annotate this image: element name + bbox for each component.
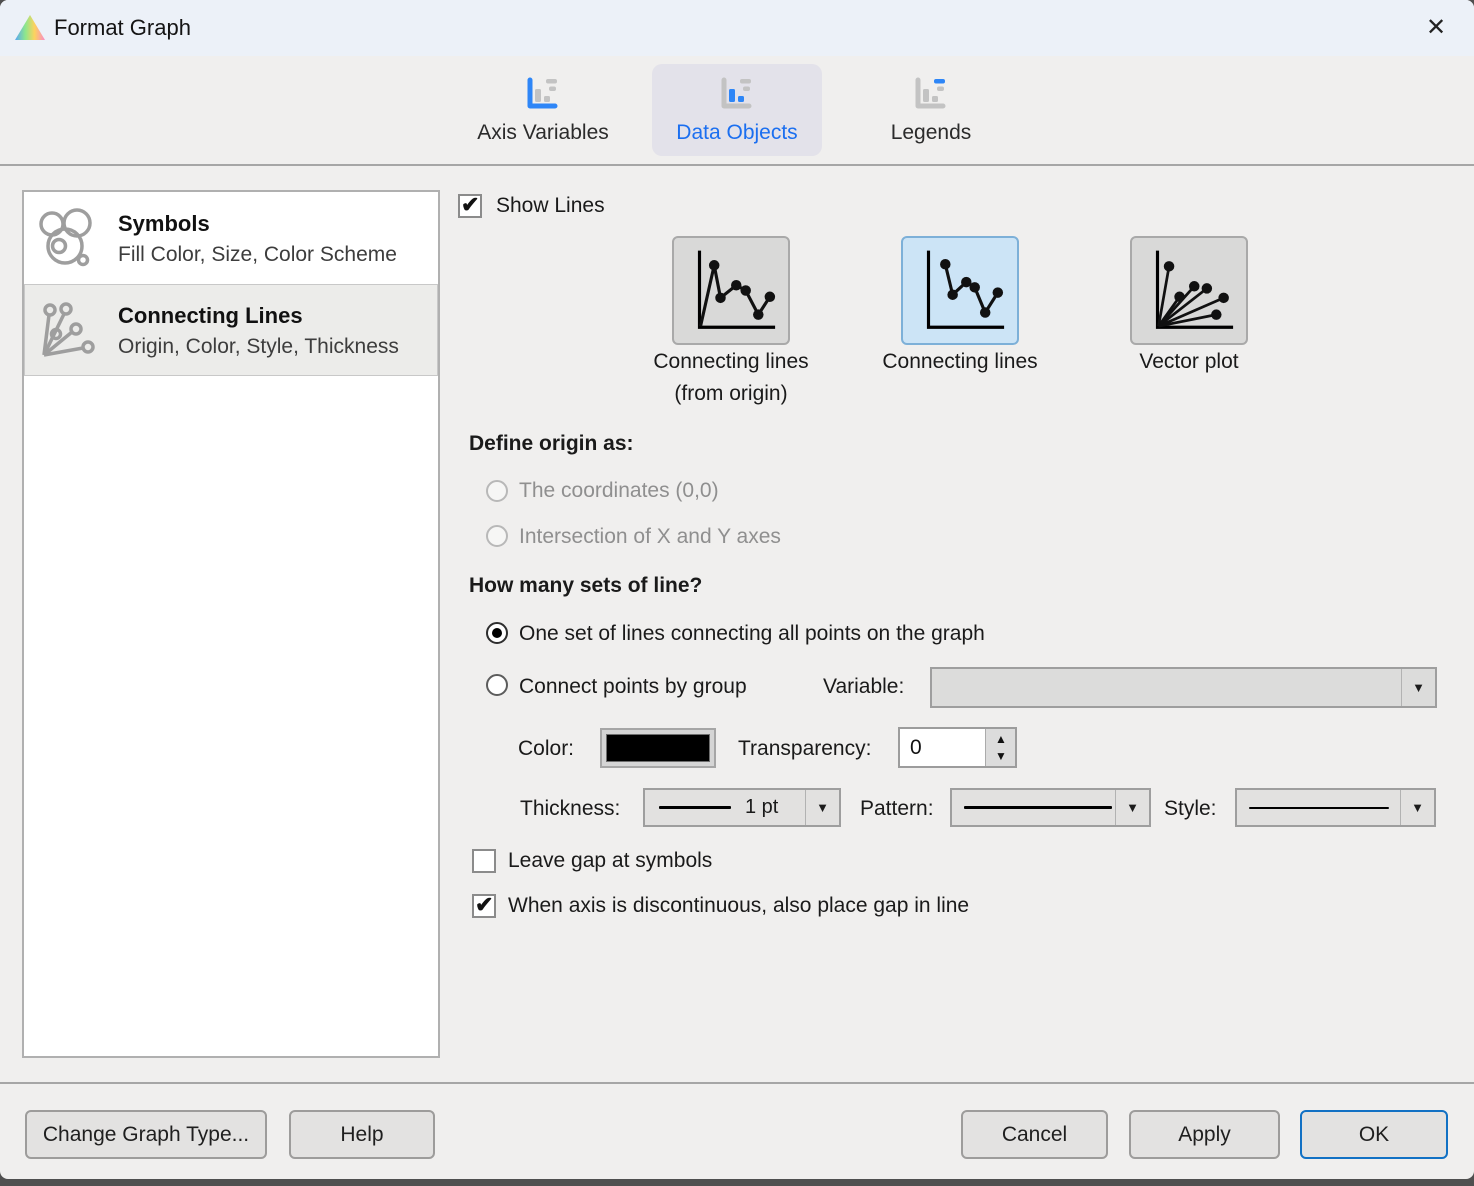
show-lines-label: Show Lines (496, 194, 605, 218)
sidebar-item-subtitle: Origin, Color, Style, Thickness (118, 335, 399, 359)
transparency-spinner: 0 ▲ ▼ (898, 727, 1017, 768)
connecting-lines-from-origin-icon (674, 238, 788, 343)
radio-intersection (486, 525, 508, 547)
checkmark-icon: ✔ (461, 192, 479, 218)
apply-button[interactable]: Apply (1129, 1110, 1280, 1159)
variable-label: Variable: (823, 675, 904, 699)
thumbnail-connecting-lines[interactable] (901, 236, 1019, 345)
tab-bar: Axis Variables Data Objects Legends (0, 56, 1474, 166)
chevron-down-icon: ▼ (1126, 800, 1139, 815)
tab-legends-label: Legends (891, 121, 972, 145)
sets-heading: How many sets of line? (469, 574, 702, 598)
spinner-up-button[interactable]: ▲ (986, 729, 1016, 748)
connecting-lines-icon (35, 299, 99, 363)
tab-data-objects-label: Data Objects (676, 121, 797, 145)
pattern-select[interactable]: ▼ (950, 788, 1151, 827)
dropdown-arrow-box: ▼ (1400, 790, 1434, 825)
radio-connect-by-group-label: Connect points by group (519, 675, 747, 699)
define-origin-heading: Define origin as: (469, 432, 634, 456)
radio-connect-by-group[interactable] (486, 674, 508, 696)
radio-one-set[interactable] (486, 622, 508, 644)
close-button[interactable]: ✕ (1414, 8, 1458, 48)
style-select[interactable]: ▼ (1235, 788, 1436, 827)
tab-axis-variables[interactable]: Axis Variables (458, 64, 628, 156)
radio-one-set-label: One set of lines connecting all points o… (519, 622, 985, 646)
dropdown-arrow-box: ▼ (1115, 790, 1149, 825)
tab-data-objects[interactable]: Data Objects (652, 64, 822, 156)
cancel-button[interactable]: Cancel (961, 1110, 1108, 1159)
spin-up-icon: ▲ (995, 732, 1007, 746)
radio-coordinates (486, 480, 508, 502)
checkmark-icon: ✔ (475, 892, 493, 918)
show-lines-checkbox[interactable]: ✔ (458, 194, 482, 218)
sidebar-item-symbols[interactable]: Symbols Fill Color, Size, Color Scheme (24, 192, 438, 284)
sidebar-item-title: Connecting Lines (118, 303, 303, 329)
thumbnail-caption: (from origin) (622, 382, 840, 406)
prism-logo-icon (14, 14, 46, 42)
format-sidebar: Symbols Fill Color, Size, Color Scheme C… (22, 190, 440, 1058)
thickness-line-sample-icon (659, 806, 731, 809)
symbols-icon (35, 207, 99, 271)
transparency-input[interactable]: 0 (910, 729, 922, 766)
data-objects-icon (717, 75, 757, 115)
thickness-value: 1 pt (731, 796, 778, 819)
axis-variables-icon (523, 75, 563, 115)
sidebar-item-connecting-lines[interactable]: Connecting Lines Origin, Color, Style, T… (24, 284, 438, 376)
sidebar-item-title: Symbols (118, 211, 210, 237)
change-graph-type-button[interactable]: Change Graph Type... (25, 1110, 267, 1159)
thumbnail-connecting-lines-from-origin[interactable] (672, 236, 790, 345)
spinner-down-button[interactable]: ▼ (986, 748, 1016, 767)
dropdown-arrow-box: ▼ (805, 790, 839, 825)
window-title: Format Graph (54, 0, 191, 56)
ok-button[interactable]: OK (1300, 1110, 1448, 1159)
footer-divider (0, 1082, 1474, 1084)
thumbnail-caption: Connecting lines (851, 350, 1069, 374)
leave-gap-label: Leave gap at symbols (508, 849, 712, 873)
help-button[interactable]: Help (289, 1110, 435, 1159)
chevron-down-icon: ▼ (816, 800, 829, 815)
connecting-lines-thumb-icon (903, 238, 1017, 343)
color-label: Color: (518, 737, 574, 761)
thumbnail-vector-plot[interactable] (1130, 236, 1248, 345)
variable-select: ▼ (930, 667, 1437, 708)
thickness-label: Thickness: (520, 797, 620, 821)
leave-gap-checkbox[interactable] (472, 849, 496, 873)
thumbnail-caption: Connecting lines (622, 350, 840, 374)
tab-legends[interactable]: Legends (846, 64, 1016, 156)
axis-gap-checkbox[interactable]: ✔ (472, 894, 496, 918)
style-label: Style: (1164, 797, 1217, 821)
legends-icon (911, 75, 951, 115)
radio-intersection-label: Intersection of X and Y axes (519, 525, 781, 549)
spin-down-icon: ▼ (995, 749, 1007, 763)
pattern-label: Pattern: (860, 797, 934, 821)
transparency-label: Transparency: (738, 737, 871, 761)
axis-gap-label: When axis is discontinuous, also place g… (508, 894, 969, 918)
dropdown-arrow-box: ▼ (1401, 669, 1435, 706)
pattern-line-sample-icon (964, 806, 1112, 810)
titlebar: Format Graph ✕ (0, 0, 1474, 56)
format-graph-dialog: Format Graph ✕ Axis Variables (0, 0, 1474, 1179)
close-icon: ✕ (1426, 14, 1446, 41)
style-line-sample-icon (1249, 807, 1389, 809)
thickness-select[interactable]: 1 pt ▼ (643, 788, 841, 827)
tab-axis-variables-label: Axis Variables (477, 121, 609, 145)
chevron-down-icon: ▼ (1411, 800, 1424, 815)
thumbnail-caption: Vector plot (1080, 350, 1298, 374)
vector-plot-icon (1132, 238, 1246, 343)
spinner-buttons: ▲ ▼ (985, 729, 1015, 766)
color-swatch (606, 734, 710, 762)
radio-coordinates-label: The coordinates (0,0) (519, 479, 719, 503)
color-swatch-button[interactable] (600, 728, 716, 768)
sidebar-item-subtitle: Fill Color, Size, Color Scheme (118, 243, 397, 267)
chevron-down-icon: ▼ (1412, 680, 1425, 695)
